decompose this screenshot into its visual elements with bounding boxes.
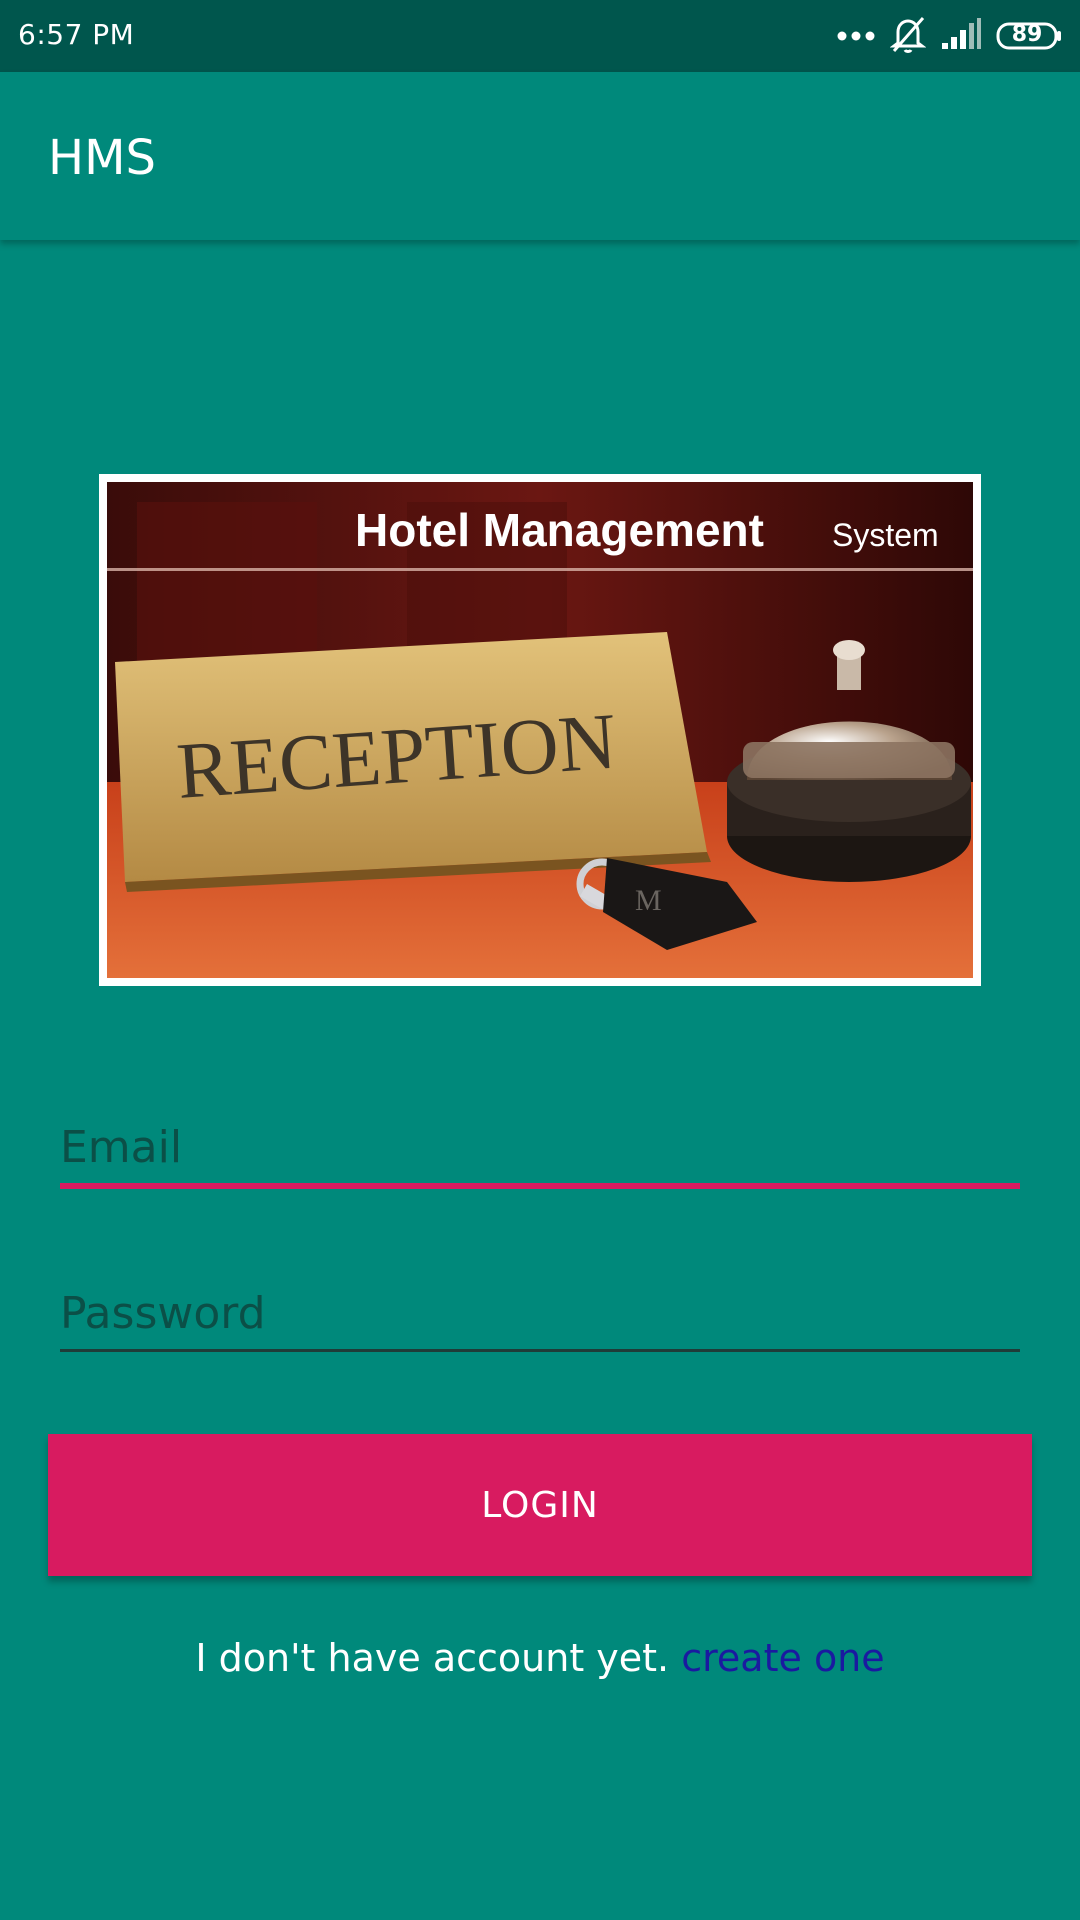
battery-icon: 89 — [996, 21, 1062, 51]
login-button[interactable]: LOGIN — [48, 1434, 1032, 1576]
password-input[interactable] — [60, 1288, 1020, 1349]
email-field-container — [60, 1122, 1020, 1189]
bell-off-icon — [889, 15, 927, 57]
hero-title-sub: System — [832, 517, 939, 553]
app-bar: HMS — [0, 72, 1080, 240]
svg-text:M: M — [635, 884, 662, 917]
email-input[interactable] — [60, 1122, 1020, 1183]
signup-prompt: I don't have account yet. — [195, 1636, 670, 1680]
signup-line: I don't have account yet. create one — [0, 1636, 1080, 1680]
password-underline — [60, 1349, 1020, 1352]
password-field-container — [60, 1288, 1020, 1352]
status-time: 6:57 PM — [18, 18, 135, 51]
create-account-link[interactable]: create one — [681, 1636, 884, 1680]
email-underline — [60, 1183, 1020, 1189]
status-bar: 6:57 PM 89 — [0, 0, 1080, 72]
more-dots-icon — [836, 27, 876, 46]
hero-image: Hotel Management System RECEPTION M — [99, 474, 981, 986]
app-title: HMS — [48, 130, 156, 186]
battery-level: 89 — [1011, 22, 1043, 47]
status-icons: 89 — [836, 16, 1062, 56]
signal-icon — [940, 17, 982, 55]
hero-title-main: Hotel Management — [355, 504, 764, 556]
